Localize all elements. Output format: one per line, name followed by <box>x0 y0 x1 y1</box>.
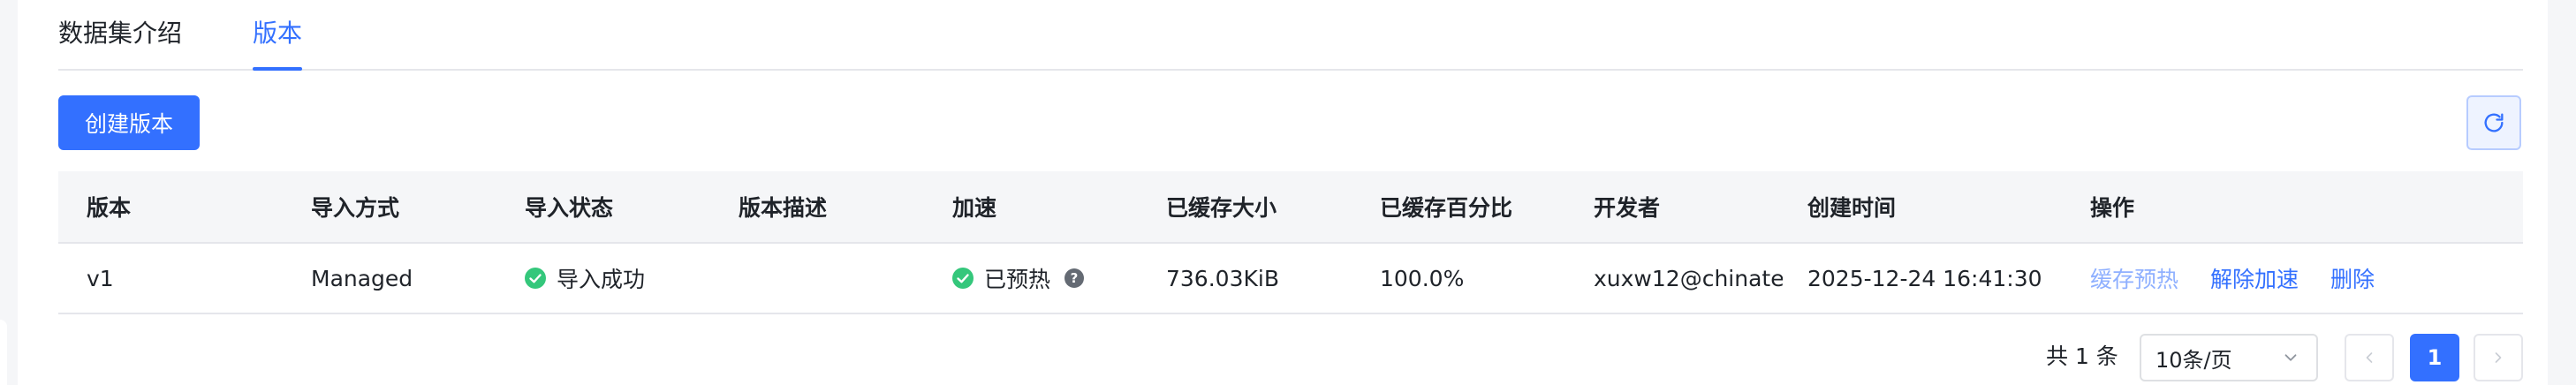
left-gutter <box>0 0 18 385</box>
cell-cached-percent: 100.0% <box>1380 265 1465 291</box>
success-check-icon <box>952 268 974 289</box>
versions-table: 版本 导入方式 导入状态 版本描述 加速 已缓存大小 已缓存百分比 开发者 创建… <box>58 171 2523 314</box>
success-check-icon <box>525 268 546 289</box>
table-header: 版本 导入方式 导入状态 版本描述 加速 已缓存大小 已缓存百分比 开发者 创建… <box>58 171 2523 244</box>
header-created-at: 创建时间 <box>1807 195 1897 221</box>
next-page-button[interactable] <box>2474 334 2523 381</box>
page-size-select[interactable]: 10条/页 <box>2140 334 2318 381</box>
header-import-status: 导入状态 <box>525 195 614 221</box>
prev-page-button[interactable] <box>2345 334 2394 381</box>
cache-warmup-link[interactable]: 缓存预热 <box>2090 262 2178 294</box>
delete-link[interactable]: 删除 <box>2330 262 2375 294</box>
chevron-down-icon <box>2284 354 2297 361</box>
header-actions: 操作 <box>2090 195 2135 221</box>
page-size-value: 10条/页 <box>2156 347 2232 373</box>
header-version: 版本 <box>87 195 132 221</box>
table-row: v1 Managed 导入成功 已预热 ? 736.03KiB 100.0% x… <box>58 244 2523 314</box>
refresh-button[interactable] <box>2466 95 2521 150</box>
gutter-notch <box>0 320 7 385</box>
cell-import-method: Managed <box>311 265 413 291</box>
refresh-icon <box>2484 113 2504 132</box>
pagination-total: 共 1 条 <box>2046 343 2118 369</box>
right-gutter <box>2548 0 2576 385</box>
header-description: 版本描述 <box>739 195 828 221</box>
help-question-icon[interactable]: ? <box>1064 268 1085 288</box>
tab-dataset-intro[interactable]: 数据集介绍 <box>58 16 182 51</box>
header-cached-size: 已缓存大小 <box>1166 195 1277 221</box>
header-developer: 开发者 <box>1594 195 1661 221</box>
active-tab-indicator <box>253 67 302 71</box>
cell-version: v1 <box>87 265 114 291</box>
chevron-right-icon <box>2495 352 2502 363</box>
tab-bar: 数据集介绍 版本 <box>58 0 2523 71</box>
remove-acceleration-link[interactable]: 解除加速 <box>2210 262 2299 294</box>
cell-acceleration: 已预热 ? <box>952 244 1147 313</box>
dataset-detail-page: 数据集介绍 版本 创建版本 版本 导入方式 导入状态 版本描述 加速 已缓存大小… <box>0 0 2576 385</box>
import-status-text: 导入成功 <box>557 267 646 292</box>
create-version-button[interactable]: 创建版本 <box>58 95 200 150</box>
page-button-current[interactable]: 1 <box>2410 334 2459 381</box>
header-import-method: 导入方式 <box>311 195 400 221</box>
svg-text:?: ? <box>1071 270 1079 286</box>
header-cached-percent: 已缓存百分比 <box>1380 195 1513 221</box>
chevron-left-icon <box>2366 352 2373 363</box>
cell-actions: 缓存预热 解除加速 删除 <box>2090 244 2496 313</box>
header-acceleration: 加速 <box>952 195 997 221</box>
acceleration-status-text: 已预热 <box>984 267 1051 292</box>
cell-created-at: 2025-12-24 16:41:30 <box>1807 265 2042 291</box>
cell-cached-size: 736.03KiB <box>1166 265 1279 291</box>
tab-versions[interactable]: 版本 <box>253 16 302 51</box>
cell-description <box>739 244 933 313</box>
cell-developer: xuxw12@chinatele <box>1594 265 1783 291</box>
cell-import-status: 导入成功 <box>525 244 719 313</box>
